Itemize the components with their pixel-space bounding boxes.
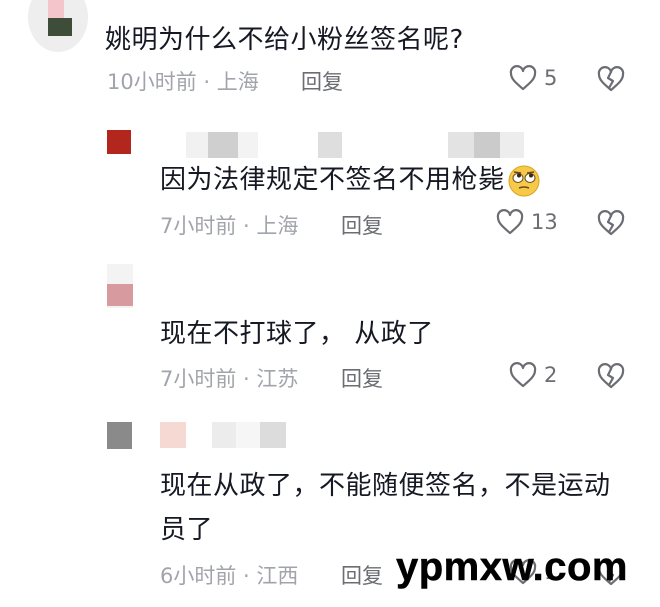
reply-button[interactable]: 回复 — [341, 210, 383, 240]
like-count: 5 — [544, 66, 558, 90]
avatar[interactable] — [107, 130, 131, 154]
comment-text-content: 因为法律规定不签名不用枪毙 — [160, 165, 505, 195]
comment-text: 姚明为什么不给小粉丝签名呢? — [105, 25, 464, 55]
watermark-text: ypmxw.com — [396, 545, 628, 590]
reply-button[interactable]: 回复 — [341, 363, 383, 393]
username-redacted — [448, 132, 524, 158]
face-with-rolling-eyes-icon — [508, 165, 540, 196]
reply-item: 现在不打球了， 从政了 7小时前 · 江苏 回复 2 — [0, 262, 660, 402]
comment-time-location: 7小时前 · 江苏 — [160, 367, 299, 391]
comment-item: 姚明为什么不给小粉丝签名呢? 10小时前 · 上海 回复 5 — [0, 0, 660, 110]
dislike-icon[interactable] — [596, 209, 626, 237]
comment-time-location: 7小时前 · 上海 — [160, 214, 299, 238]
comment-text-line-2: 员了 — [160, 515, 214, 545]
like-button[interactable]: 5 — [508, 64, 557, 92]
comment-text-line-1: 现在从政了，不能随便签名，不是运动 — [160, 471, 611, 501]
comment-time-location: 6小时前 · 江西 — [160, 564, 299, 588]
heart-icon — [496, 209, 524, 235]
heart-icon — [509, 362, 537, 388]
reply-item: 因为法律规定不签名不用枪毙 7小时前 · 上海 回复 13 — [0, 120, 660, 250]
avatar[interactable] — [107, 264, 133, 308]
like-button[interactable]: 13 — [495, 208, 558, 236]
username-redacted — [318, 132, 342, 158]
comment-text: 因为法律规定不签名不用枪毙 — [160, 160, 541, 200]
like-count: 13 — [531, 210, 558, 234]
reply-button[interactable]: 回复 — [341, 560, 383, 590]
like-count: 2 — [544, 363, 558, 387]
reply-button[interactable]: 回复 — [301, 66, 343, 96]
comment-text: 现在不打球了， 从政了 — [160, 319, 434, 349]
username-redacted — [186, 132, 258, 158]
username-redacted — [160, 422, 286, 448]
heart-icon — [509, 65, 537, 91]
dislike-icon[interactable] — [596, 362, 626, 390]
like-button[interactable]: 2 — [508, 361, 557, 389]
avatar[interactable] — [28, 0, 88, 52]
avatar[interactable] — [107, 422, 132, 449]
dislike-icon[interactable] — [596, 65, 626, 93]
comment-time-location: 10小时前 · 上海 — [107, 70, 259, 94]
